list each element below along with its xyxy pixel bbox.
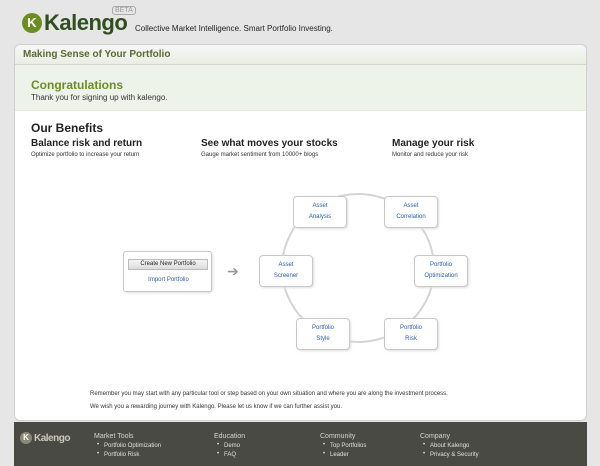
benefits-title: Our Benefits [31,121,104,135]
footer-logo-text: Kalengo [34,432,70,444]
main-panel: Making Sense of Your Portfolio Congratul… [14,44,587,421]
benefit-risk: Manage your risk Monitor and reduce your… [392,138,474,158]
benefit-title: Manage your risk [392,138,475,149]
node-asset-correlation[interactable]: Asset Correlation [384,196,438,228]
beta-badge: BETA [112,6,136,15]
tool-cycle-diagram: Asset Analysis Asset Correlation Asset S… [255,190,468,350]
benefit-desc: Gauge market sentiment from 10000+ blogs [201,152,319,158]
node-portfolio-style[interactable]: Portfolio Style [296,318,350,350]
footer-col-company: Company About Kalengo Privacy & Security [420,433,479,458]
node-portfolio-optimization[interactable]: Portfolio Optimization [414,255,468,287]
start-box: Create New Portfolio Import Portfolio [123,251,212,292]
node-asset-screener[interactable]: Asset Screener [259,255,313,287]
node-portfolio-risk[interactable]: Portfolio Risk [384,318,438,350]
footer-heading: Market Tools [94,433,134,440]
node-line: Portfolio [429,262,452,268]
kalengo-k-icon: K [22,13,42,33]
node-line: Portfolio [399,325,422,331]
benefit-desc: Monitor and reduce your risk [392,152,469,158]
footer-link[interactable]: About Kalengo [420,442,479,449]
footer-logo[interactable]: K Kalengo [20,432,70,444]
tagline: Collective Market Intelligence. Smart Po… [135,24,333,33]
node-line: Screener [273,273,299,279]
footer-col-community: Community Top Portfolios Leader [320,433,366,458]
benefit-title: See what moves your stocks [201,138,338,149]
import-portfolio-link[interactable]: Import Portfolio [124,277,213,283]
top-bar: K Kalengo BETA Collective Market Intelli… [0,0,600,40]
footer-link[interactable]: Portfolio Risk [94,451,161,458]
node-line: Risk [405,336,417,342]
node-line: Asset [403,203,419,209]
footer-link[interactable]: Leader [320,451,366,458]
node-line: Analysis [308,214,332,220]
node-line: Optimization [424,273,458,279]
notes: Remember you may start with any particul… [90,388,448,414]
thanks-text: Thank you for signing up with kalengo. [31,93,168,102]
footer-link[interactable]: Portfolio Optimization [94,442,161,449]
note-line: Remember you may start with any particul… [90,391,448,397]
node-line: Asset [312,203,328,209]
kalengo-logo[interactable]: K Kalengo BETA [22,6,136,36]
panel-title: Making Sense of Your Portfolio [23,49,171,60]
kalengo-k-icon: K [20,432,32,444]
node-line: Asset [278,262,294,268]
note-line: We wish you a rewarding journey with Kal… [90,404,343,410]
footer-col-market-tools: Market Tools Portfolio Optimization Port… [94,433,161,458]
congrats-heading: Congratulations [31,78,123,92]
panel-header: Making Sense of Your Portfolio [15,45,586,65]
node-line: Portfolio [311,325,334,331]
footer-col-education: Education Demo FAQ [214,433,245,458]
footer-heading: Education [214,433,246,440]
node-line: Style [316,336,330,342]
footer-link[interactable]: Privacy & Security [420,451,479,458]
benefit-title: Balance risk and return [31,138,143,149]
arrow-right-icon: ➔ [227,263,239,279]
node-line: Correlation [396,214,426,220]
create-portfolio-button[interactable]: Create New Portfolio [128,259,208,270]
benefit-desc: Optimize portfolio to increase your retu… [31,152,140,158]
benefit-balance: Balance risk and return Optimize portfol… [31,138,142,158]
footer-heading: Company [420,433,450,440]
benefit-moves: See what moves your stocks Gauge market … [201,138,338,158]
node-asset-analysis[interactable]: Asset Analysis [293,196,347,228]
footer: K Kalengo Market Tools Portfolio Optimiz… [14,422,587,466]
footer-link[interactable]: Top Portfolios [320,442,366,449]
footer-link[interactable]: Demo [214,442,245,449]
footer-link[interactable]: FAQ [214,451,245,458]
footer-heading: Community [320,433,356,440]
welcome-band: Congratulations Thank you for signing up… [15,65,586,111]
